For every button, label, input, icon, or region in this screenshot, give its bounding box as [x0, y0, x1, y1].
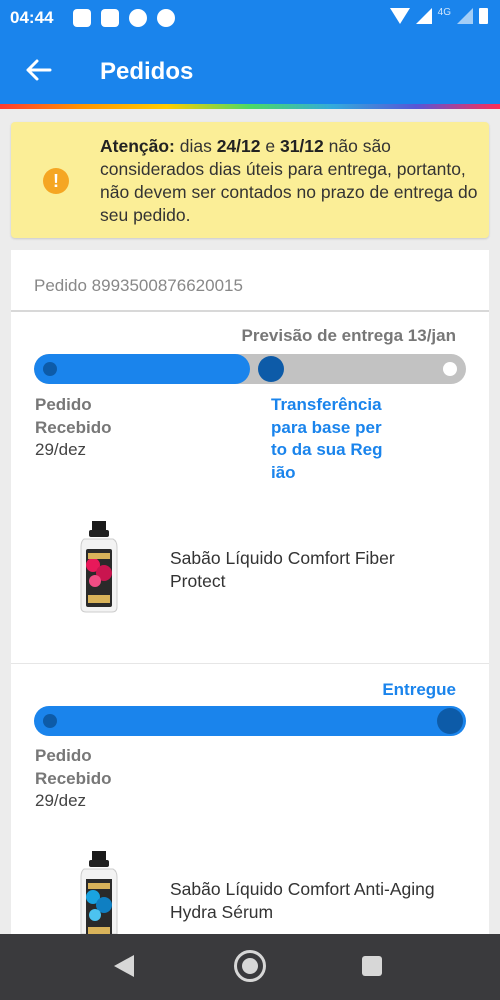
progress-start-dot — [43, 362, 57, 376]
progress-track-complete — [34, 706, 466, 736]
delivered-status: Entregue — [382, 680, 456, 699]
progress-end-dot — [437, 708, 463, 734]
network-type: 4G — [437, 6, 451, 18]
product-image[interactable] — [77, 521, 121, 613]
alert-text-part: e — [260, 136, 280, 156]
wifi-icon — [389, 8, 410, 24]
order-id: Pedido 8993500876620015 — [34, 276, 243, 295]
progress-start-dot — [43, 714, 57, 728]
progress-end-dot — [443, 362, 457, 376]
divider — [11, 663, 489, 664]
progress-track — [34, 354, 466, 384]
status-bar: 04:44 4G — [0, 0, 500, 36]
system-icons: 4G — [389, 6, 488, 24]
progress-fill — [34, 354, 250, 384]
home-inner-circle — [242, 958, 258, 974]
message-notification-icon — [73, 9, 91, 27]
notification-icons — [73, 9, 175, 27]
step-date: 29/dez — [35, 440, 87, 459]
delivery-forecast: Previsão de entrega 13/jan — [241, 326, 457, 345]
arrow-left-icon[interactable] — [24, 58, 52, 82]
product-name: Sabão Líquido Comfort Anti-Aging Hydra S… — [170, 879, 435, 922]
alert-prefix: Atenção: — [100, 136, 175, 156]
alert-date: 31/12 — [279, 136, 324, 156]
gmail-notification-icon — [101, 9, 119, 27]
step-label: Pedido Recebido — [35, 746, 112, 788]
triangle-back-icon[interactable] — [114, 955, 134, 977]
signal-icon — [415, 8, 432, 24]
alert-message: Atenção: dias 24/12 e 31/12 não são cons… — [100, 135, 482, 227]
divider — [11, 310, 489, 312]
product-image[interactable] — [77, 851, 121, 934]
step-current: Transferência para base perto da sua Reg… — [271, 395, 383, 482]
alert-text-part: dias — [174, 136, 217, 156]
product-name: Sabão Líquido Comfort Fiber Protect — [170, 548, 395, 591]
page-title: Pedidos — [100, 58, 194, 85]
alert-date: 24/12 — [216, 136, 261, 156]
clock: 04:44 — [10, 8, 54, 27]
step-label: Pedido Recebido — [35, 395, 112, 437]
progress-current-dot — [258, 356, 284, 382]
step-order-received: Pedido Recebido 29/dez — [35, 745, 145, 813]
step-order-received: Pedido Recebido 29/dez — [35, 394, 145, 462]
whatsapp-notification-icon — [157, 9, 175, 27]
step-date: 29/dez — [35, 791, 87, 810]
square-recents-icon[interactable] — [362, 956, 382, 976]
exclamation-circle-icon: ! — [43, 168, 69, 194]
app-bar: Pedidos — [0, 36, 500, 104]
phone-notification-icon — [129, 9, 147, 27]
signal-secondary-icon — [457, 8, 473, 24]
header-accent-stripe — [0, 104, 500, 109]
battery-icon — [479, 8, 488, 24]
